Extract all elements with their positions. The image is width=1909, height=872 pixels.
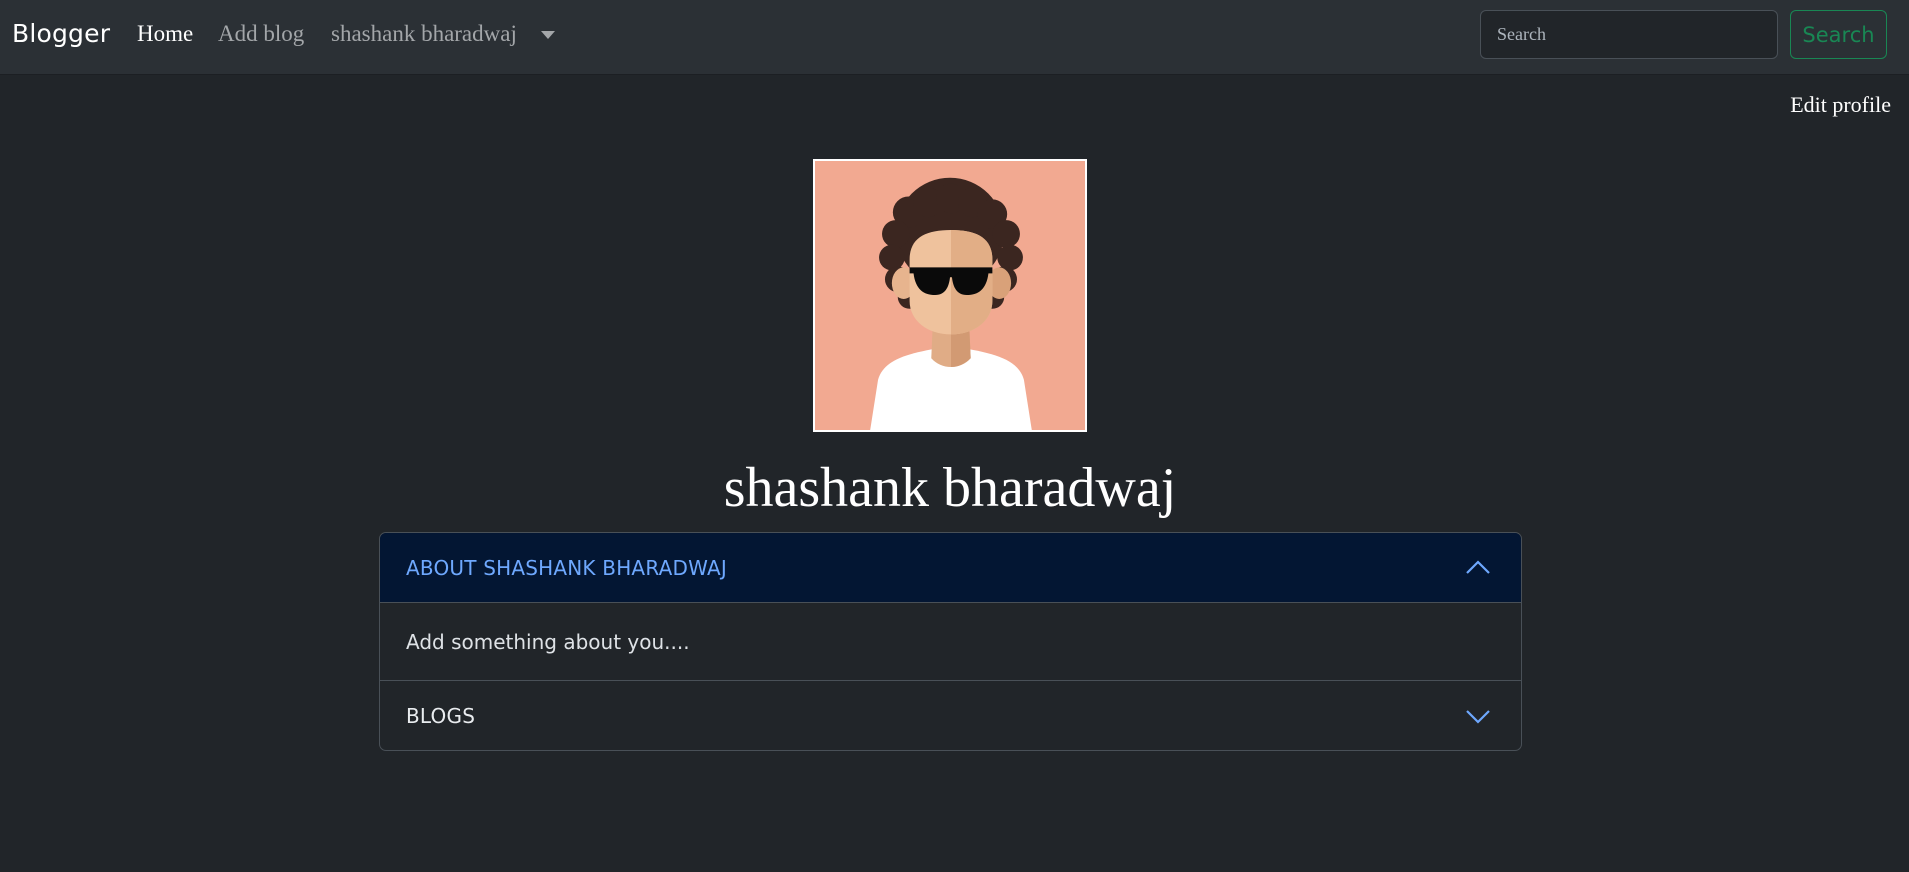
profile-accordion: ABOUT SHASHANK BHARADWAJ Add something a… xyxy=(379,532,1522,751)
avatar-illustration-icon xyxy=(815,161,1085,430)
nav-link-add-blog[interactable]: Add blog xyxy=(218,21,304,47)
profile-avatar xyxy=(813,159,1087,432)
search-input[interactable] xyxy=(1480,10,1778,59)
accordion-header-blogs[interactable]: BLOGS xyxy=(380,681,1521,750)
top-navbar: Blogger Home Add blog shashank bharadwaj… xyxy=(0,0,1909,75)
caret-down-icon[interactable] xyxy=(541,31,555,39)
brand-logo[interactable]: Blogger xyxy=(12,19,110,48)
nav-user-dropdown[interactable]: shashank bharadwaj xyxy=(331,21,517,47)
nav-link-home[interactable]: Home xyxy=(137,21,193,47)
accordion-body-about: Add something about you.... xyxy=(380,603,1521,681)
accordion-title-about: ABOUT SHASHANK BHARADWAJ xyxy=(406,555,727,580)
chevron-up-icon[interactable] xyxy=(1465,557,1491,579)
search-button[interactable]: Search xyxy=(1790,10,1887,59)
chevron-down-icon[interactable] xyxy=(1465,705,1491,727)
accordion-title-blogs: BLOGS xyxy=(406,704,476,728)
profile-name-heading: shashank bharadwaj xyxy=(723,457,1177,519)
accordion-header-about[interactable]: ABOUT SHASHANK BHARADWAJ xyxy=(380,533,1521,603)
about-text: Add something about you.... xyxy=(406,629,690,654)
edit-profile-link[interactable]: Edit profile xyxy=(1790,92,1891,118)
